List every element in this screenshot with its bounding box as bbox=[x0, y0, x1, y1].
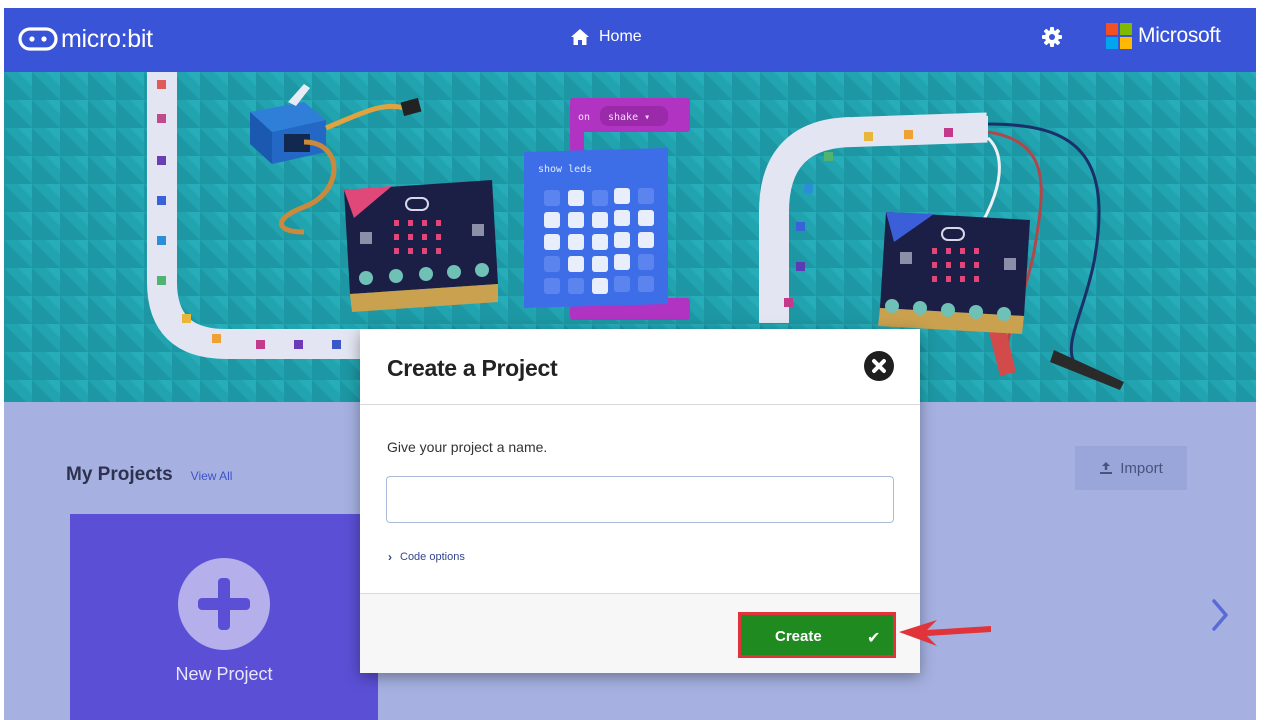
create-project-dialog: Create a Project Give your project a nam… bbox=[360, 329, 920, 673]
dialog-header: Create a Project bbox=[360, 329, 920, 405]
project-name-input[interactable] bbox=[386, 476, 894, 523]
code-options-toggle[interactable]: › Code options bbox=[388, 550, 465, 564]
microbit-logo-icon bbox=[18, 27, 58, 51]
home-label: Home bbox=[599, 28, 642, 45]
block-show-text: show leds bbox=[538, 164, 592, 175]
import-label: Import bbox=[1120, 459, 1163, 477]
microsoft-logo-icon bbox=[1106, 23, 1132, 49]
new-project-label: New Project bbox=[175, 664, 273, 684]
dialog-footer: Create ✔ bbox=[360, 593, 920, 673]
block-gesture-text: shake ▾ bbox=[608, 112, 650, 123]
microsoft-link[interactable]: Microsoft bbox=[1106, 23, 1221, 49]
gear-icon[interactable] bbox=[1041, 26, 1063, 48]
home-button[interactable]: Home bbox=[570, 28, 642, 46]
makecode-home-page: micro:bit Home Microsoft on shake ▾ show… bbox=[4, 8, 1256, 720]
create-button[interactable]: Create ✔ bbox=[738, 612, 896, 658]
brand-link[interactable]: micro:bit bbox=[18, 22, 153, 56]
microbit-board-left bbox=[344, 180, 498, 312]
brand-name: micro:bit bbox=[61, 24, 153, 53]
chevron-right-icon: › bbox=[388, 550, 392, 564]
microsoft-label: Microsoft bbox=[1138, 24, 1221, 47]
checkmark-icon: ✔ bbox=[867, 630, 881, 647]
view-all-link[interactable]: View All bbox=[191, 469, 233, 483]
import-button[interactable]: Import bbox=[1075, 446, 1187, 490]
my-projects-title: My Projects bbox=[66, 464, 173, 485]
create-label: Create bbox=[775, 628, 822, 645]
close-icon[interactable] bbox=[864, 351, 894, 381]
top-nav-bar: micro:bit Home Microsoft bbox=[4, 8, 1256, 72]
block-event-text: on bbox=[578, 112, 590, 123]
new-project-card[interactable]: New Project bbox=[70, 514, 378, 720]
home-icon bbox=[571, 29, 589, 45]
plus-icon bbox=[178, 558, 270, 650]
upload-icon bbox=[1100, 462, 1113, 474]
microbit-board-right bbox=[878, 212, 1030, 334]
my-projects-header: My Projects View All bbox=[66, 464, 232, 486]
project-name-prompt: Give your project a name. bbox=[387, 439, 548, 455]
chevron-right-icon[interactable] bbox=[1210, 598, 1230, 632]
dialog-title: Create a Project bbox=[387, 355, 558, 381]
code-options-label: Code options bbox=[400, 551, 465, 563]
annotation-arrow-icon bbox=[899, 620, 991, 646]
dialog-body: Give your project a name. › Code options bbox=[360, 406, 920, 592]
